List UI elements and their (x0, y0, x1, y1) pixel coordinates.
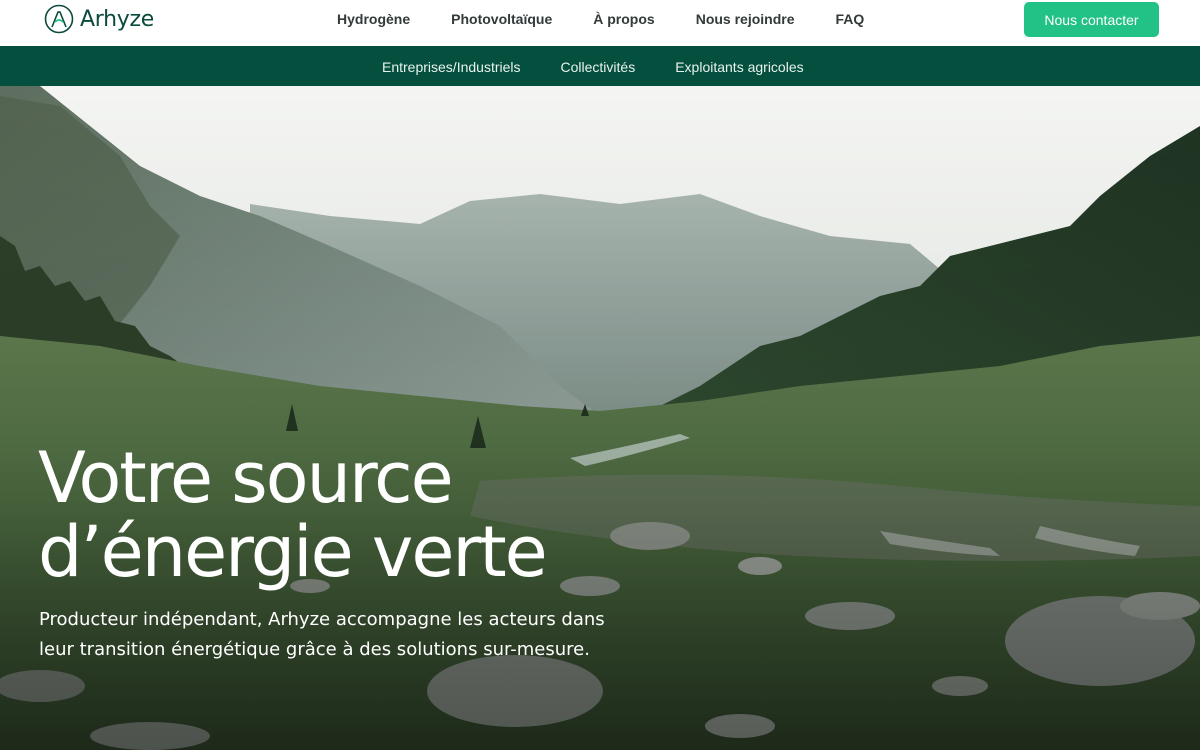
hero-subtitle-line-1: Producteur indépendant, Arhyze accompagn… (39, 609, 605, 630)
sub-nav-item-entreprises[interactable]: Entreprises/Industriels (382, 59, 521, 75)
hero-title-line-1: Votre source (38, 437, 454, 519)
hero-subtitle: Producteur indépendant, Arhyze accompagn… (39, 605, 679, 665)
contact-button[interactable]: Nous contacter (1024, 2, 1159, 37)
main-nav: Hydrogène Photovoltaïque À propos Nous r… (337, 11, 864, 27)
nav-item-nous-rejoindre[interactable]: Nous rejoindre (696, 11, 795, 27)
audience-nav: Entreprises/Industriels Collectivités Ex… (382, 59, 804, 75)
hero-title: Votre source d’énergie verte (38, 441, 738, 589)
secondary-navbar: Entreprises/Industriels Collectivités Ex… (0, 46, 1200, 86)
hero-title-line-2: d’énergie verte (38, 511, 548, 593)
sub-nav-item-collectivites[interactable]: Collectivités (561, 59, 636, 75)
hero-section: Votre source d’énergie verte Producteur … (0, 86, 1200, 750)
top-navbar: Arhyze Hydrogène Photovoltaïque À propos… (0, 0, 1200, 46)
nav-item-photovoltaique[interactable]: Photovoltaïque (451, 11, 552, 27)
nav-item-a-propos[interactable]: À propos (593, 11, 654, 27)
hero-subtitle-line-2: leur transition énergétique grâce à des … (39, 639, 590, 660)
sub-nav-item-exploitants[interactable]: Exploitants agricoles (675, 59, 803, 75)
arhyze-logo-icon (44, 4, 74, 34)
nav-item-hydrogene[interactable]: Hydrogène (337, 11, 410, 27)
nav-item-faq[interactable]: FAQ (836, 11, 865, 27)
brand-name: Arhyze (80, 6, 154, 32)
brand-logo-link[interactable]: Arhyze (44, 4, 154, 34)
